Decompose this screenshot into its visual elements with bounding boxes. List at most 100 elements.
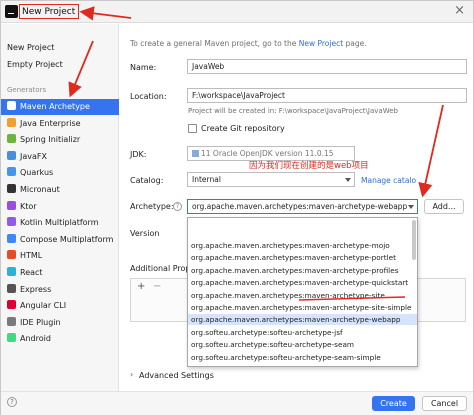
archetype-option[interactable]: org.apache.maven.archetypes:maven-archet… — [188, 265, 417, 276]
sidebar-item-spring-initializr[interactable]: Spring Initializr — [1, 132, 119, 148]
sidebar-item-kotlin-multiplatform[interactable]: Kotlin Multiplatform — [1, 215, 119, 231]
catalog-select[interactable]: Internal — [187, 172, 355, 187]
sidebar-item-label: Quarkus — [20, 168, 54, 178]
sidebar-item-label: Android — [20, 334, 51, 344]
angular-icon — [7, 300, 16, 310]
archetype-option[interactable]: org.softeu.archetype:softeu-archetype-js… — [188, 327, 417, 338]
dropdown-scrollbar[interactable] — [412, 220, 416, 260]
archetype-select[interactable]: org.apache.maven.archetypes:maven-archet… — [187, 199, 418, 214]
ktor-icon — [7, 200, 16, 210]
window-title: New Project — [22, 7, 76, 17]
new-project-link[interactable]: New Project — [299, 39, 343, 48]
create-button[interactable]: Create — [372, 396, 415, 411]
compose-icon — [7, 233, 16, 243]
sidebar-item-label: Angular CLI — [20, 301, 67, 311]
jdk-icon — [192, 150, 199, 157]
sidebar-item-javafx[interactable]: JavaFX — [1, 149, 119, 165]
intro-prefix: To create a general Maven project, go to… — [130, 39, 299, 48]
intro-text: To create a general Maven project, go to… — [130, 39, 367, 48]
sidebar-item-empty-project[interactable]: Empty Project — [1, 57, 119, 73]
archetype-option[interactable]: org.apache.maven.archetypes:maven-archet… — [188, 252, 417, 263]
sidebar-item-compose-multiplatform[interactable]: Compose Multiplatform — [1, 232, 119, 248]
add-archetype-button[interactable]: Add... — [424, 199, 464, 214]
sidebar-item-html[interactable]: HTML — [1, 248, 119, 264]
archetype-option[interactable]: org.apache.maven.archetypes:maven-archet… — [188, 240, 417, 251]
sidebar-item-label: Java Enterprise — [20, 118, 81, 128]
new-project-dialog: New Project × New Project Empty Project … — [0, 0, 474, 415]
plugin-icon — [7, 316, 16, 326]
kotlin-icon — [7, 217, 16, 227]
additional-properties-label: Additional Prope — [130, 264, 196, 273]
sidebar-item-android[interactable]: Android — [1, 331, 119, 347]
sidebar-item-label: React — [20, 268, 43, 277]
location-field[interactable]: F:\workspace\JavaProject — [187, 88, 467, 103]
sidebar-item-label: IDE Plugin — [20, 317, 61, 327]
bottom-bar: ? Create Cancel — [1, 391, 473, 415]
sidebar-item-micronaut[interactable]: Micronaut — [1, 182, 119, 198]
sidebar-item-label: HTML — [20, 251, 43, 261]
sidebar-item-ktor[interactable]: Ktor — [1, 199, 119, 215]
annotation-text: 因为我们现在创建的是web项目 — [249, 161, 369, 171]
chevron-down-icon — [408, 205, 414, 209]
micronaut-icon — [7, 184, 16, 193]
archetype-label: Archetype: — [130, 202, 174, 211]
sidebar-item-label: Express — [20, 284, 52, 294]
sidebar-item-label: Empty Project — [7, 60, 63, 69]
remove-property-icon[interactable]: − — [153, 281, 161, 292]
jdk-value: 11 Oracle OpenJDK version 11.0.15 — [201, 149, 334, 158]
create-git-checkbox[interactable] — [188, 124, 197, 133]
sidebar-item-label: Micronaut — [20, 185, 60, 194]
advanced-settings-toggle[interactable]: Advanced Settings — [139, 371, 214, 380]
javafx-icon — [7, 150, 16, 160]
sidebar-item-label: Spring Initializr — [20, 135, 81, 145]
sidebar-item-maven-archetype[interactable]: Maven Archetype — [1, 99, 119, 115]
html-icon — [7, 250, 16, 260]
catalog-label: Catalog: — [130, 176, 164, 185]
spring-icon — [7, 134, 16, 144]
chevron-right-icon: › — [130, 370, 134, 379]
version-label: Version — [130, 229, 160, 238]
sidebar: New Project Empty Project Generators Mav… — [1, 24, 119, 391]
add-property-icon[interactable]: + — [137, 281, 145, 292]
jdk-label: JDK: — [130, 150, 147, 159]
archetype-option[interactable]: org.apache.maven.archetypes:maven-archet… — [188, 290, 417, 301]
sidebar-item-angular-cli[interactable]: Angular CLI — [1, 298, 119, 314]
name-field[interactable]: JavaWeb — [187, 59, 467, 74]
archetype-option[interactable]: org.apache.maven.archetypes:maven-archet… — [188, 314, 417, 326]
sidebar-section-generators: Generators — [7, 86, 47, 94]
sidebar-item-express[interactable]: Express — [1, 282, 119, 298]
sidebar-item-quarkus[interactable]: Quarkus — [1, 165, 119, 181]
sidebar-item-react[interactable]: React — [1, 265, 119, 281]
chevron-down-icon — [345, 178, 351, 182]
intro-suffix: page. — [343, 39, 367, 48]
sidebar-item-label: JavaFX — [20, 151, 47, 161]
main-panel: To create a general Maven project, go to… — [120, 24, 473, 391]
archetype-option[interactable]: org.apache.maven.archetypes:maven-archet… — [188, 302, 417, 313]
react-icon — [7, 267, 16, 276]
archetype-option[interactable]: org.softeu.archetype:softeu-archetype-se… — [188, 352, 417, 363]
cancel-button[interactable]: Cancel — [422, 396, 467, 411]
intellij-icon — [5, 5, 18, 18]
location-label: Location: — [130, 92, 167, 101]
express-icon — [7, 283, 16, 293]
close-icon[interactable]: × — [454, 3, 465, 18]
title-bar: New Project × — [1, 1, 473, 23]
archetype-option[interactable]: org.apache.maven.archetypes:maven-archet… — [188, 277, 417, 288]
sidebar-item-label: New Project — [7, 43, 55, 52]
sidebar-item-new-project[interactable]: New Project — [1, 40, 119, 56]
quarkus-icon — [7, 167, 16, 177]
name-label: Name: — [130, 63, 157, 72]
android-icon — [7, 333, 16, 343]
help-icon[interactable]: ? — [7, 397, 17, 407]
manage-catalogs-link[interactable]: Manage catalo — [361, 176, 416, 185]
help-icon[interactable]: ? — [173, 202, 182, 211]
sidebar-item-label: Compose Multiplatform — [20, 234, 114, 244]
create-git-label: Create Git repository — [201, 124, 285, 133]
sidebar-item-java-enterprise[interactable]: Java Enterprise — [1, 116, 119, 132]
sidebar-item-ide-plugin[interactable]: IDE Plugin — [1, 315, 119, 331]
java-enterprise-icon — [7, 117, 16, 127]
sidebar-item-label: Maven Archetype — [20, 102, 90, 111]
archetype-option[interactable]: org.softeu.archetype:softeu-archetype-se… — [188, 339, 417, 350]
location-hint: Project will be created in: F:\workspace… — [188, 107, 398, 115]
archetype-dropdown: org.apache.maven.archetypes:maven-archet… — [187, 217, 418, 367]
